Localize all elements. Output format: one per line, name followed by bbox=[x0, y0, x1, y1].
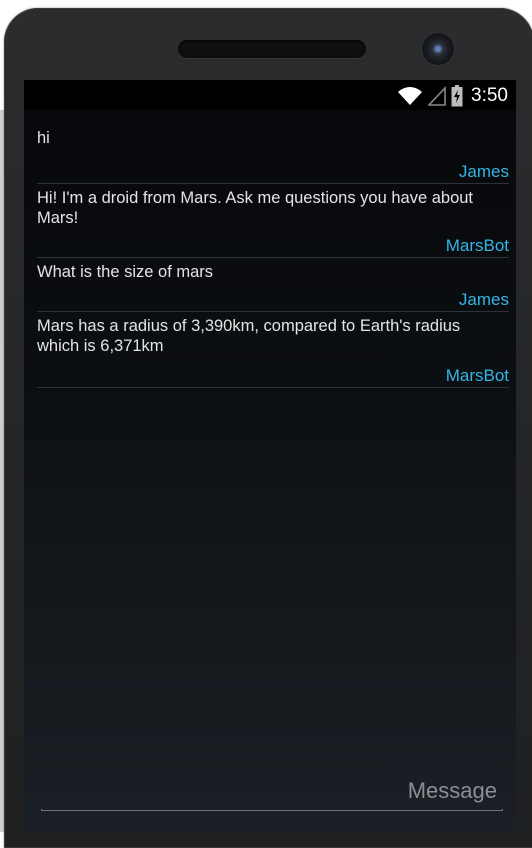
message-text: Hi! I'm a droid from Mars. Ask me questi… bbox=[37, 189, 474, 227]
speaker-grille bbox=[178, 40, 366, 58]
list-item[interactable]: What is the size of mars James bbox=[37, 258, 509, 312]
status-time: 3:50 bbox=[471, 85, 508, 106]
message-composer bbox=[41, 775, 503, 811]
message-author: MarsBot bbox=[445, 366, 509, 385]
device-screen: 3:50 hi James Hi! I'm a droid from Mars.… bbox=[24, 80, 516, 832]
message-author: James bbox=[458, 290, 509, 309]
chat-list[interactable]: hi James Hi! I'm a droid from Mars. Ask … bbox=[37, 120, 509, 388]
list-item[interactable]: Hi! I'm a droid from Mars. Ask me questi… bbox=[37, 184, 509, 258]
front-camera-icon bbox=[422, 33, 454, 65]
message-author: MarsBot bbox=[445, 236, 509, 255]
list-item[interactable]: Mars has a radius of 3,390km, compared t… bbox=[37, 312, 509, 388]
message-text: What is the size of mars bbox=[37, 263, 214, 281]
message-text: hi bbox=[37, 129, 50, 147]
signal-icon bbox=[428, 86, 446, 106]
wifi-icon bbox=[398, 87, 423, 105]
battery-icon bbox=[451, 85, 463, 107]
camera-lens bbox=[435, 46, 441, 52]
list-item[interactable]: hi James bbox=[37, 120, 509, 184]
message-author: James bbox=[458, 162, 509, 181]
input-underline bbox=[41, 809, 503, 811]
message-text: Mars has a radius of 3,390km, compared t… bbox=[37, 317, 461, 355]
status-icons: 3:50 bbox=[397, 84, 508, 108]
status-bar: 3:50 bbox=[24, 80, 516, 110]
message-input[interactable] bbox=[41, 775, 503, 807]
